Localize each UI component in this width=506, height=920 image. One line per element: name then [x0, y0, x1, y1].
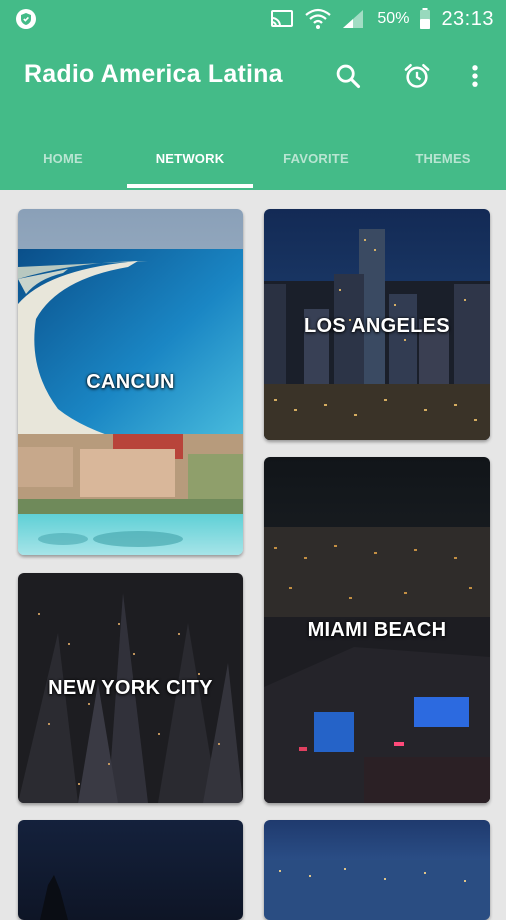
city-name: MIAMI BEACH [307, 619, 447, 641]
status-bar: 50% 23:13 [0, 0, 506, 38]
city-card-los-angeles[interactable]: LOS ANGELES [264, 209, 490, 440]
app-bar: 50% 23:13 Radio America Latina HOME NETW… [0, 0, 506, 190]
city-card-new-york-city[interactable]: NEW YORK CITY [18, 573, 243, 803]
signal-icon [343, 10, 364, 28]
app-title: Radio America Latina [24, 60, 283, 88]
blue-city-lights-photo [264, 820, 490, 920]
alarm-clock-icon[interactable] [399, 58, 435, 94]
shield-icon [14, 7, 38, 31]
search-icon[interactable] [330, 58, 366, 94]
city-name: LOS ANGELES [304, 315, 450, 337]
tab-themes[interactable]: THEMES [380, 126, 506, 190]
clock: 23:13 [441, 7, 494, 30]
city-card[interactable] [18, 820, 243, 920]
city-name: CANCUN [86, 371, 175, 393]
battery-percent: 50% [377, 10, 410, 27]
more-vert-icon[interactable] [457, 58, 493, 94]
battery-icon [420, 8, 431, 29]
city-card-cancun[interactable]: CANCUN [18, 209, 243, 555]
city-card[interactable] [264, 820, 490, 920]
night-sky-photo [18, 820, 243, 920]
city-name: NEW YORK CITY [48, 677, 213, 699]
city-card-miami-beach[interactable]: MIAMI BEACH [264, 457, 490, 803]
tab-network[interactable]: NETWORK [127, 126, 253, 190]
tab-home[interactable]: HOME [0, 126, 126, 190]
wifi-icon [305, 8, 332, 29]
tab-bar: HOME NETWORK FAVORITE THEMES [0, 126, 506, 190]
tab-favorite[interactable]: FAVORITE [253, 126, 379, 190]
tab-indicator [127, 184, 253, 188]
cast-icon [271, 10, 294, 27]
